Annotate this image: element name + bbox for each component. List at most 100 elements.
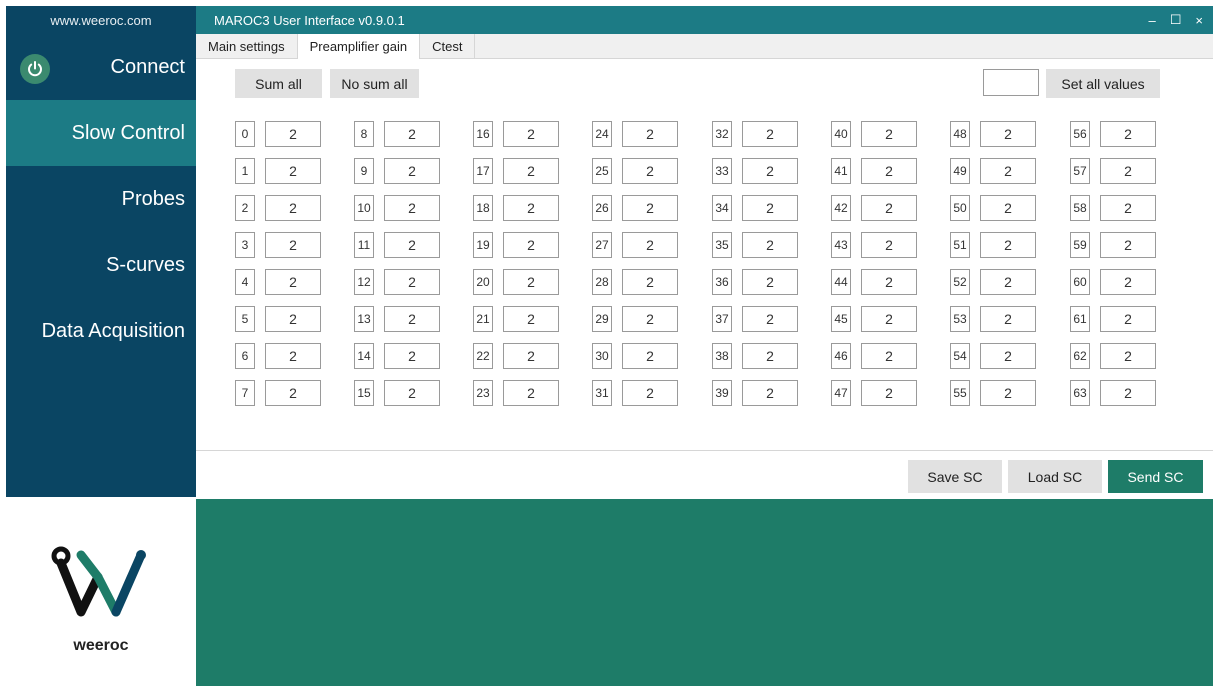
channel-gain-input[interactable]: 2 xyxy=(980,343,1036,369)
minimize-icon[interactable]: – xyxy=(1149,13,1156,28)
channel-gain-input[interactable]: 2 xyxy=(742,269,798,295)
website-link[interactable]: www.weeroc.com xyxy=(6,6,196,34)
channel-gain-input[interactable]: 2 xyxy=(1100,158,1156,184)
sidebar-item-slow-control[interactable]: Slow Control xyxy=(6,100,196,166)
channel-number: 5 xyxy=(235,306,255,332)
channel-gain-input[interactable]: 2 xyxy=(1100,121,1156,147)
window-controls: – ☐ × xyxy=(1149,6,1203,34)
channel-gain-input[interactable]: 2 xyxy=(503,306,559,332)
channel-gain-input[interactable]: 2 xyxy=(503,380,559,406)
channel-gain-input[interactable]: 2 xyxy=(265,269,321,295)
channel-gain-input[interactable]: 2 xyxy=(861,195,917,221)
tab-main-settings[interactable]: Main settings xyxy=(196,34,298,59)
channel-gain-input[interactable]: 2 xyxy=(861,343,917,369)
channel-number: 46 xyxy=(831,343,851,369)
channel-gain-input[interactable]: 2 xyxy=(1100,380,1156,406)
channel-gain-input[interactable]: 2 xyxy=(622,380,678,406)
channel-gain-input[interactable]: 2 xyxy=(265,158,321,184)
channel-gain-input[interactable]: 2 xyxy=(742,121,798,147)
channel-gain-input[interactable]: 2 xyxy=(1100,269,1156,295)
channel-gain-input[interactable]: 2 xyxy=(742,343,798,369)
channel-gain-input[interactable]: 2 xyxy=(265,121,321,147)
channel-number: 34 xyxy=(712,195,732,221)
channel-gain-input[interactable]: 2 xyxy=(622,306,678,332)
channel-gain-input[interactable]: 2 xyxy=(622,195,678,221)
channel-gain-input[interactable]: 2 xyxy=(861,158,917,184)
channel-gain-input[interactable]: 2 xyxy=(384,195,440,221)
channel-number: 55 xyxy=(950,380,970,406)
channel-gain-input[interactable]: 2 xyxy=(980,269,1036,295)
channel-gain-input[interactable]: 2 xyxy=(622,232,678,258)
channel-gain-input[interactable]: 2 xyxy=(503,121,559,147)
channel-number: 18 xyxy=(473,195,493,221)
tab-ctest[interactable]: Ctest xyxy=(420,34,476,59)
channel-gain-input[interactable]: 2 xyxy=(1100,195,1156,221)
channel-gain-input[interactable]: 2 xyxy=(265,380,321,406)
channel-gain-input[interactable]: 2 xyxy=(503,195,559,221)
channel-gain-input[interactable]: 2 xyxy=(861,232,917,258)
channel-gain-input[interactable]: 2 xyxy=(980,121,1036,147)
channel-number: 60 xyxy=(1070,269,1090,295)
channel-gain-input[interactable]: 2 xyxy=(861,121,917,147)
sidebar-item-label: Slow Control xyxy=(71,121,185,144)
maximize-icon[interactable]: ☐ xyxy=(1170,12,1182,28)
channel-gain-input[interactable]: 2 xyxy=(980,158,1036,184)
channel-gain-input[interactable]: 2 xyxy=(742,232,798,258)
no-sum-all-button[interactable]: No sum all xyxy=(330,69,419,98)
channel-gain-input[interactable]: 2 xyxy=(384,232,440,258)
channel-gain-input[interactable]: 2 xyxy=(861,380,917,406)
channel-gain-input[interactable]: 2 xyxy=(622,121,678,147)
channel-number: 38 xyxy=(712,343,732,369)
channel-gain-input[interactable]: 2 xyxy=(622,158,678,184)
channel-gain-input[interactable]: 2 xyxy=(265,306,321,332)
load-sc-button[interactable]: Load SC xyxy=(1008,460,1102,493)
sidebar-item-data-acquisition[interactable]: Data Acquisition xyxy=(6,298,196,364)
send-sc-button[interactable]: Send SC xyxy=(1108,460,1203,493)
channel-gain-input[interactable]: 2 xyxy=(861,269,917,295)
channel-gain-input[interactable]: 2 xyxy=(742,195,798,221)
channel-gain-input[interactable]: 2 xyxy=(265,195,321,221)
channel-gain-input[interactable]: 2 xyxy=(384,269,440,295)
channel-gain-input[interactable]: 2 xyxy=(980,195,1036,221)
channel-gain-input[interactable]: 2 xyxy=(384,306,440,332)
channel-gain-input[interactable]: 2 xyxy=(742,380,798,406)
channel-gain-input[interactable]: 2 xyxy=(980,380,1036,406)
channel-gain-input[interactable]: 2 xyxy=(384,380,440,406)
channel-gain-input[interactable]: 2 xyxy=(742,158,798,184)
channel-gain-input[interactable]: 2 xyxy=(265,343,321,369)
channel-number: 29 xyxy=(592,306,612,332)
power-icon[interactable] xyxy=(20,54,50,84)
close-icon[interactable]: × xyxy=(1195,13,1203,28)
channel-gain-input[interactable]: 2 xyxy=(861,306,917,332)
channel-gain-input[interactable]: 2 xyxy=(980,232,1036,258)
channel-number: 23 xyxy=(473,380,493,406)
channel-gain-input[interactable]: 2 xyxy=(384,343,440,369)
channel-gain-input[interactable]: 2 xyxy=(503,158,559,184)
channel-gain-input[interactable]: 2 xyxy=(503,343,559,369)
sidebar-item-probes[interactable]: Probes xyxy=(6,166,196,232)
channel-gain-input[interactable]: 2 xyxy=(980,306,1036,332)
channel-gain-input[interactable]: 2 xyxy=(1100,306,1156,332)
channel-number: 24 xyxy=(592,121,612,147)
sidebar-item-s-curves[interactable]: S-curves xyxy=(6,232,196,298)
save-sc-button[interactable]: Save SC xyxy=(908,460,1002,493)
channel-number: 15 xyxy=(354,380,374,406)
sidebar-item-connect[interactable]: Connect xyxy=(6,34,196,100)
sum-all-button[interactable]: Sum all xyxy=(235,69,322,98)
channel-number: 56 xyxy=(1070,121,1090,147)
channel-gain-input[interactable]: 2 xyxy=(1100,232,1156,258)
channel-gain-input[interactable]: 2 xyxy=(742,306,798,332)
channel-gain-input[interactable]: 2 xyxy=(622,269,678,295)
channel-gain-input[interactable]: 2 xyxy=(503,232,559,258)
channel-gain-input[interactable]: 2 xyxy=(1100,343,1156,369)
channel-gain-input[interactable]: 2 xyxy=(384,121,440,147)
channel-gain-input[interactable]: 2 xyxy=(503,269,559,295)
set-all-value-input[interactable] xyxy=(983,69,1039,96)
channel-gain-input[interactable]: 2 xyxy=(384,158,440,184)
channel-number: 14 xyxy=(354,343,374,369)
channel-gain-input[interactable]: 2 xyxy=(622,343,678,369)
channel-gain-input[interactable]: 2 xyxy=(265,232,321,258)
set-all-values-button[interactable]: Set all values xyxy=(1046,69,1160,98)
tab-preamplifier-gain[interactable]: Preamplifier gain xyxy=(297,34,421,59)
channel-number: 21 xyxy=(473,306,493,332)
